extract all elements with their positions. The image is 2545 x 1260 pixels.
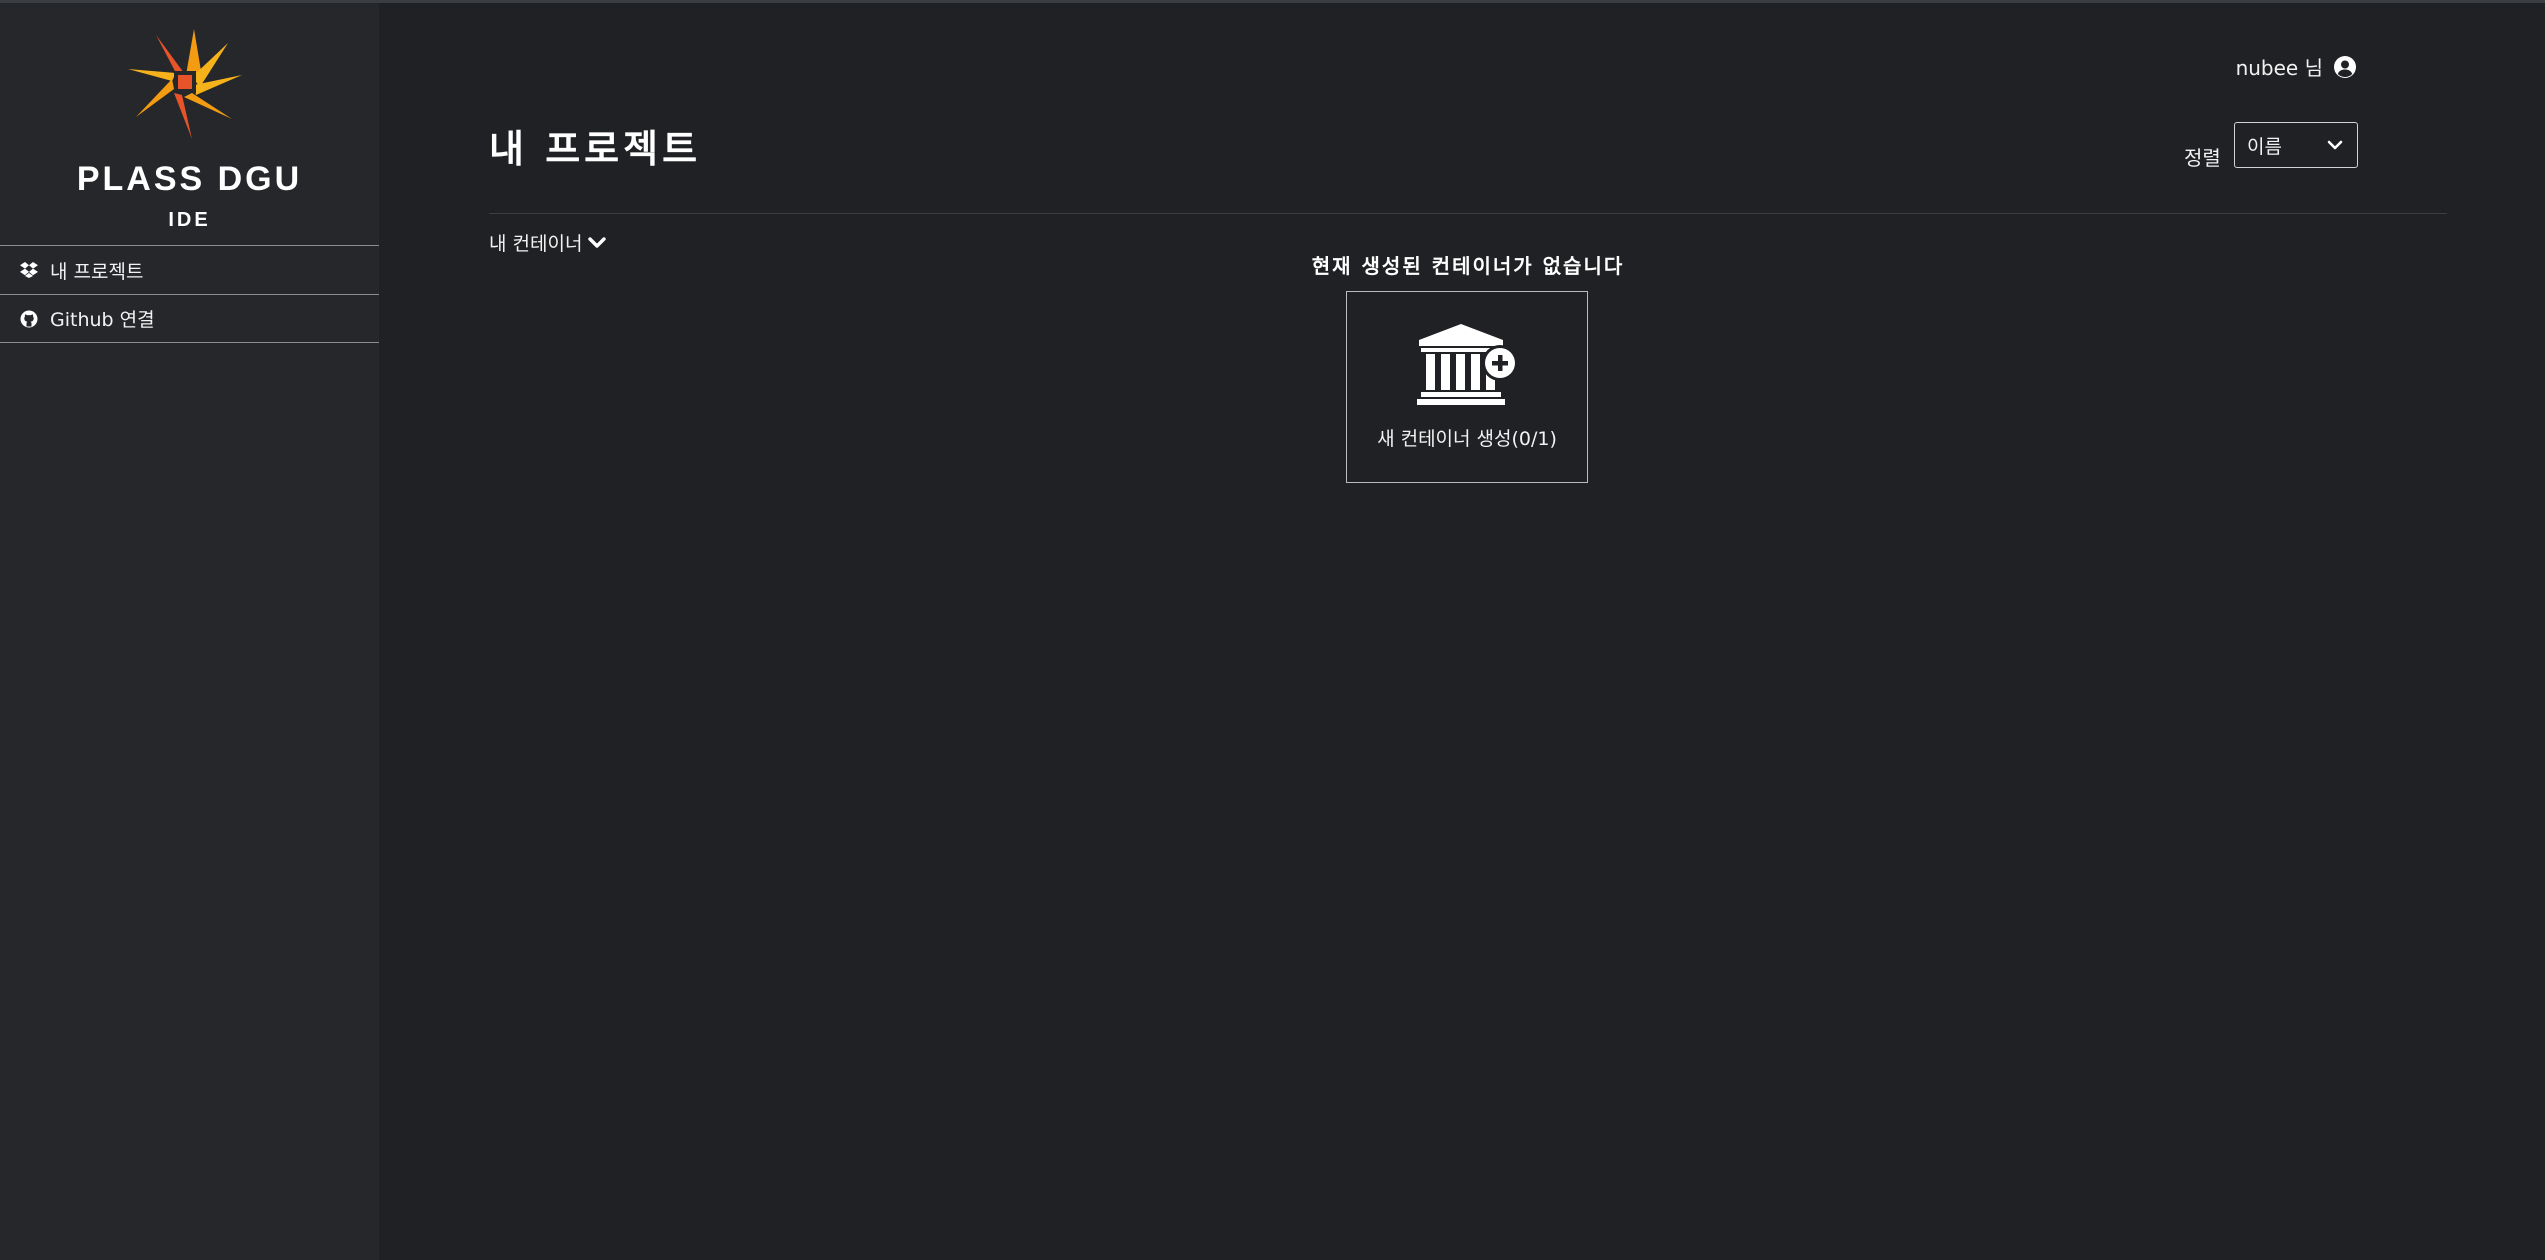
section-divider (489, 213, 2447, 214)
chevron-down-icon (588, 236, 607, 248)
sidebar-item-label: 내 프로젝트 (50, 260, 144, 283)
my-containers-toggle[interactable]: 내 컨테이너 (489, 229, 607, 256)
section-label: 내 컨테이너 (489, 233, 583, 255)
page-title: 내 프로젝트 (489, 127, 702, 171)
plass-logo (128, 29, 242, 139)
user-name: nubee 님 (2235, 56, 2323, 80)
sidebar-item-my-projects[interactable]: 내 프로젝트 (0, 245, 379, 294)
sidebar-item-label: Github 연결 (50, 309, 155, 331)
top-border (0, 0, 2545, 3)
sort-selected-value: 이름 (2247, 135, 2282, 158)
sort-select[interactable]: 이름 (2234, 122, 2358, 168)
user-menu[interactable]: nubee 님 (2236, 52, 2357, 81)
github-icon (20, 310, 38, 327)
chevron-down-icon (2327, 140, 2343, 150)
sidebar-item-github[interactable]: Github 연결 (0, 294, 379, 343)
new-container-label: 새 컨테이너 생성(0/1) (1377, 428, 1557, 450)
new-container-button[interactable]: 새 컨테이너 생성(0/1) (1346, 291, 1588, 483)
brand-name: PLASS DGU (76, 160, 303, 198)
sidebar: PLASS DGU IDE 내 프로젝트 Github 연결 (0, 3, 379, 1260)
empty-state-message: 현재 생성된 컨테이너가 없습니다 (1311, 254, 1625, 278)
brand-subtitle: IDE (168, 209, 211, 231)
user-circle-icon (2334, 55, 2356, 78)
sidebar-nav: 내 프로젝트 Github 연결 (0, 245, 379, 343)
sort-label: 정렬 (2184, 146, 2221, 170)
dropbox-icon (20, 262, 38, 278)
university-plus-icon (1417, 324, 1518, 405)
